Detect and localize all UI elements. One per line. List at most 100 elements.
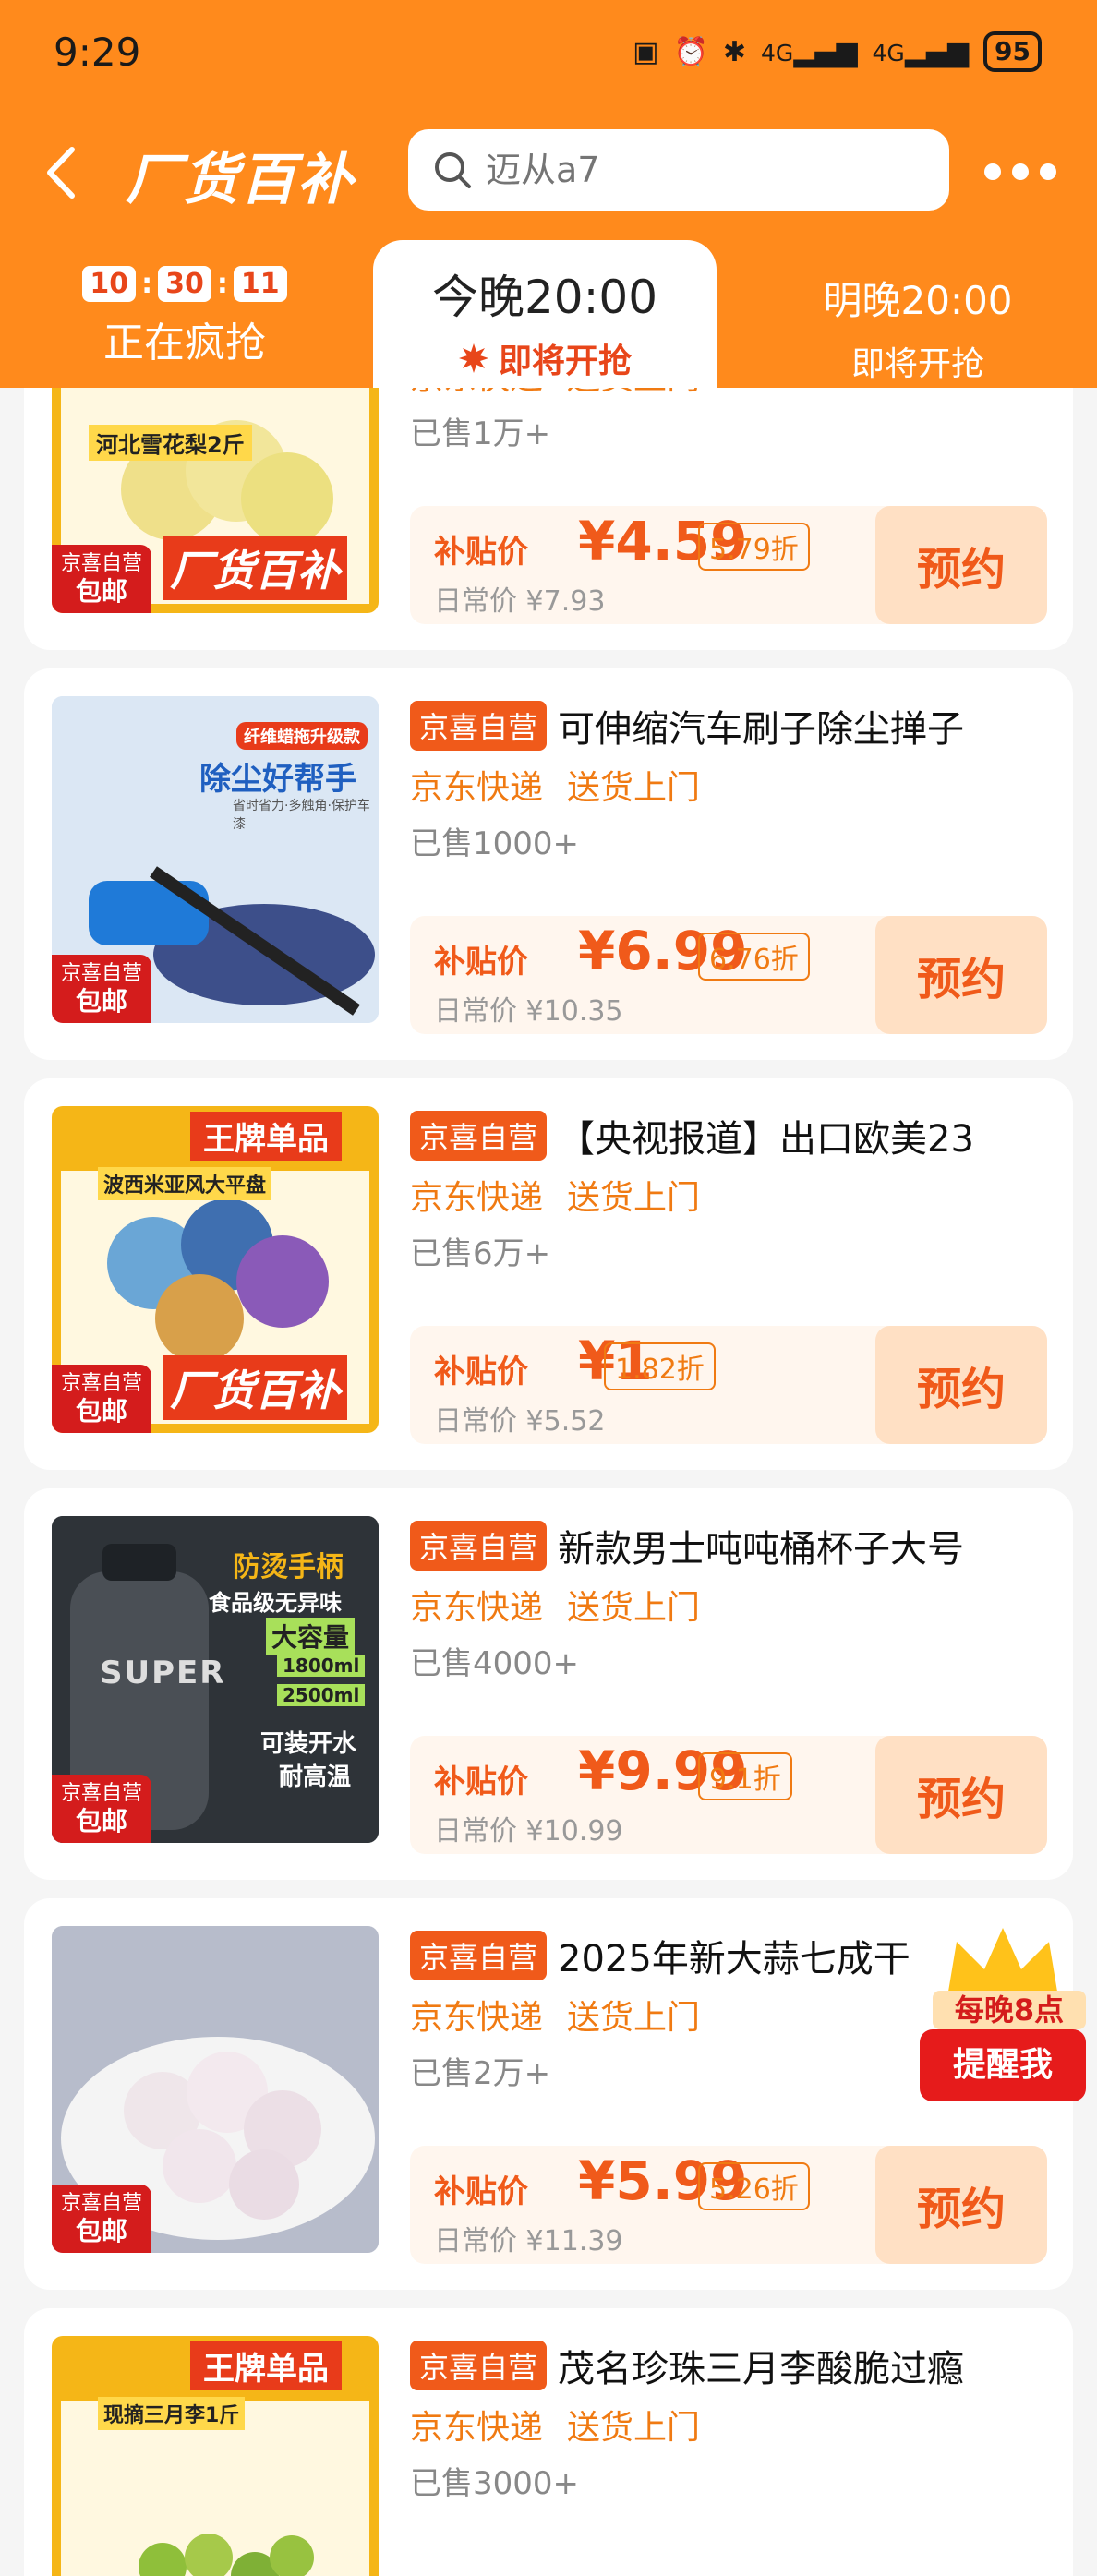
delivery-info: 京东快递送货上门 [410, 2409, 701, 2447]
seller-tag: 京喜自营 [410, 701, 548, 751]
tab-now[interactable]: 10 : 30 : 11 正在疯抢 [0, 242, 369, 388]
title-row: 京喜自营 可伸缩汽车刷子除尘掸子 [410, 698, 1056, 753]
price-box: 补贴价 ¥1 1.82折 日常价 ¥5.52 预约 [410, 1326, 1047, 1444]
product-card[interactable]: 王牌单品 现摘三月李1斤 京喜自营 茂名珍珠三月李酸脆过瘾 京东快递 送货上门 已… [24, 2308, 1073, 2576]
original-price: 日常价 ¥10.99 [434, 1815, 623, 1848]
thumb-caption: 河北雪花梨2斤 [89, 425, 252, 461]
delivery-info: 京东快递送货上门 [410, 1589, 701, 1627]
discount-badge: 1.82折 [604, 1342, 716, 1390]
sold-count: 已售1000+ [410, 825, 580, 862]
tab-tonight[interactable]: 今晚20:00 即将开抢 [373, 240, 717, 393]
title-row: 京喜自营 茂名珍珠三月李酸脆过瘾 [410, 2338, 1056, 2393]
more-button[interactable] [984, 153, 1056, 190]
reserve-button[interactable]: 预约 [875, 1326, 1047, 1444]
product-list: 河北雪花梨2斤 厂货百补 京喜自营包邮 京东快递送货上门 已售1万+ 补贴价 ¥… [0, 388, 1097, 2576]
search-box[interactable] [408, 129, 949, 211]
tab-tonight-time: 今晚20:00 [431, 271, 658, 324]
thumb-slogan: 除尘好帮手 [199, 761, 356, 798]
countdown-seconds: 11 [233, 266, 287, 302]
reserve-button[interactable]: 预约 [875, 1736, 1047, 1854]
status-time: 9:29 [54, 30, 141, 75]
title-row: 京喜自营 【央视报道】出口欧美23 [410, 1108, 1056, 1163]
time-tabs: 10 : 30 : 11 正在疯抢 今晚20:00 即将开抢 明晚20:00 即… [0, 240, 1097, 393]
thumb-caption: 耐高温 [279, 1763, 352, 1791]
product-image: 河北雪花梨2斤 厂货百补 京喜自营 包邮 [52, 388, 379, 613]
delivery-info: 京东快递送货上门 [410, 1999, 701, 2037]
tab-tomorrow[interactable]: 明晚20:00 即将开抢 [739, 242, 1097, 388]
thumb-caption: 2500ml [277, 1684, 366, 1706]
reminder-float[interactable]: 每晚8点 提醒我 [920, 1919, 1086, 2103]
sold-count: 已售6万+ [410, 1235, 551, 1272]
price-label: 补贴价 [434, 1354, 528, 1390]
thumb-slogan: 厂货百补 [163, 1355, 347, 1420]
product-card[interactable]: 京喜自营 包邮 京喜自营 2025年新大蒜七成干 京东快递 送货上门 已售2万+ 补… [24, 1898, 1073, 2290]
discount-badge: 6.76折 [698, 933, 810, 981]
delivery-info: 京东快递送货上门 [410, 388, 724, 399]
delivery-info: 京东快递送货上门 [410, 1179, 701, 1217]
battery-icon: 95 [983, 31, 1042, 72]
product-title: 可伸缩汽车刷子除尘掸子 [558, 708, 965, 751]
thumb-badge: 京喜自营 包邮 [52, 545, 151, 613]
thumb-badge: 京喜自营 包邮 [52, 2185, 151, 2253]
more-dot-icon [1012, 163, 1029, 180]
discount-badge: 5.26折 [698, 2162, 810, 2210]
thumb-badge: 京喜自营 包邮 [52, 1775, 151, 1843]
product-image: 王牌单品 波西米亚风大平盘 厂货百补 京喜自营 包邮 [52, 1106, 379, 1433]
product-card[interactable]: 防烫手柄 食品级无异味 大容量 1800ml 2500ml 可装开水 耐高温 S… [24, 1488, 1073, 1880]
nfc-icon: ▣ [633, 35, 659, 68]
product-title: 【央视报道】出口欧美23 [558, 1118, 974, 1161]
reserve-button[interactable]: 预约 [875, 2146, 1047, 2264]
reserve-button[interactable]: 预约 [875, 916, 1047, 1034]
title-row: 京喜自营 新款男士吨吨桶杯子大号 [410, 1518, 1056, 1573]
price-box: 补贴价 ¥4.59 5.79折 日常价 ¥7.93 预约 [410, 506, 1047, 624]
crown-icon [947, 1923, 1060, 1997]
status-bar: 9:29 ▣ ⏰ ✱ 4G▂▄▆ 4G▂▄▆ 95 [0, 0, 1097, 111]
product-title: 2025年新大蒜七成干 [558, 1938, 910, 1980]
price-label: 补贴价 [434, 944, 528, 981]
original-price: 日常价 ¥10.35 [434, 995, 623, 1028]
product-card[interactable]: 河北雪花梨2斤 厂货百补 京喜自营包邮 京东快递送货上门 已售1万+ 补贴价 ¥… [24, 388, 1073, 650]
thumb-caption: 波西米亚风大平盘 [98, 1167, 272, 1200]
status-icons: ▣ ⏰ ✱ 4G▂▄▆ 4G▂▄▆ 95 [633, 31, 1042, 72]
product-image: 纤维蜡拖升级款 除尘好帮手 省时省力·多触角·保护车漆 京喜自营 包邮 [52, 696, 379, 1023]
thumb-badge: 京喜自营 包邮 [52, 1365, 151, 1433]
discount-badge: 9.1折 [698, 1752, 792, 1800]
product-image: 京喜自营 包邮 [52, 1926, 379, 2253]
brand-title: 厂货百补 [126, 148, 355, 212]
thumb-caption: 现摘三月李1斤 [98, 2397, 246, 2430]
countdown-minutes: 30 [158, 266, 211, 302]
signal-icon: 4G▂▄▆ [761, 35, 858, 68]
discount-badge: 5.79折 [698, 523, 810, 571]
seller-tag: 京喜自营 [410, 1931, 548, 1980]
alarm-icon: ⏰ [673, 35, 708, 68]
thumb-caption: SUPER [100, 1655, 226, 1691]
original-price: 日常价 ¥11.39 [434, 2225, 623, 2257]
seller-tag: 京喜自营 [410, 1111, 548, 1161]
thumb-badge: 京喜自营 包邮 [52, 955, 151, 1023]
starburst-icon [458, 343, 488, 373]
product-card[interactable]: 纤维蜡拖升级款 除尘好帮手 省时省力·多触角·保护车漆 京喜自营 包邮 京喜自营 … [24, 668, 1073, 1060]
price-box: 补贴价 ¥6.99 6.76折 日常价 ¥10.35 预约 [410, 916, 1047, 1034]
sold-count: 已售4000+ [410, 1645, 580, 1682]
thumb-caption: 王牌单品 [190, 2341, 342, 2390]
tab-tonight-label: 即将开抢 [498, 343, 632, 380]
more-dot-icon [1040, 163, 1056, 180]
seller-tag: 京喜自营 [410, 1521, 548, 1571]
price-label: 补贴价 [434, 2173, 528, 2210]
back-button[interactable] [42, 140, 98, 205]
sold-count: 已售2万+ [410, 2055, 551, 2092]
product-title: 新款男士吨吨桶杯子大号 [558, 1528, 965, 1571]
price-box: 补贴价 ¥9.99 9.1折 日常价 ¥10.99 预约 [410, 1736, 1047, 1854]
seller-tag: 京喜自营 [410, 2341, 548, 2390]
original-price: 日常价 ¥7.93 [434, 585, 606, 618]
navbar: 厂货百补 [0, 129, 1097, 214]
chevron-left-icon [47, 147, 75, 199]
product-card[interactable]: 王牌单品 波西米亚风大平盘 厂货百补 京喜自营 包邮 京喜自营 【央视报道】出口欧… [24, 1078, 1073, 1470]
remind-me-button[interactable]: 提醒我 [920, 2029, 1086, 2101]
search-input[interactable] [486, 150, 910, 190]
product-image: 防烫手柄 食品级无异味 大容量 1800ml 2500ml 可装开水 耐高温 S… [52, 1516, 379, 1843]
original-price: 日常价 ¥5.52 [434, 1405, 606, 1438]
reminder-time: 每晚8点 [933, 1991, 1086, 2029]
sold-count: 已售3000+ [410, 2465, 580, 2502]
reserve-button[interactable]: 预约 [875, 506, 1047, 624]
